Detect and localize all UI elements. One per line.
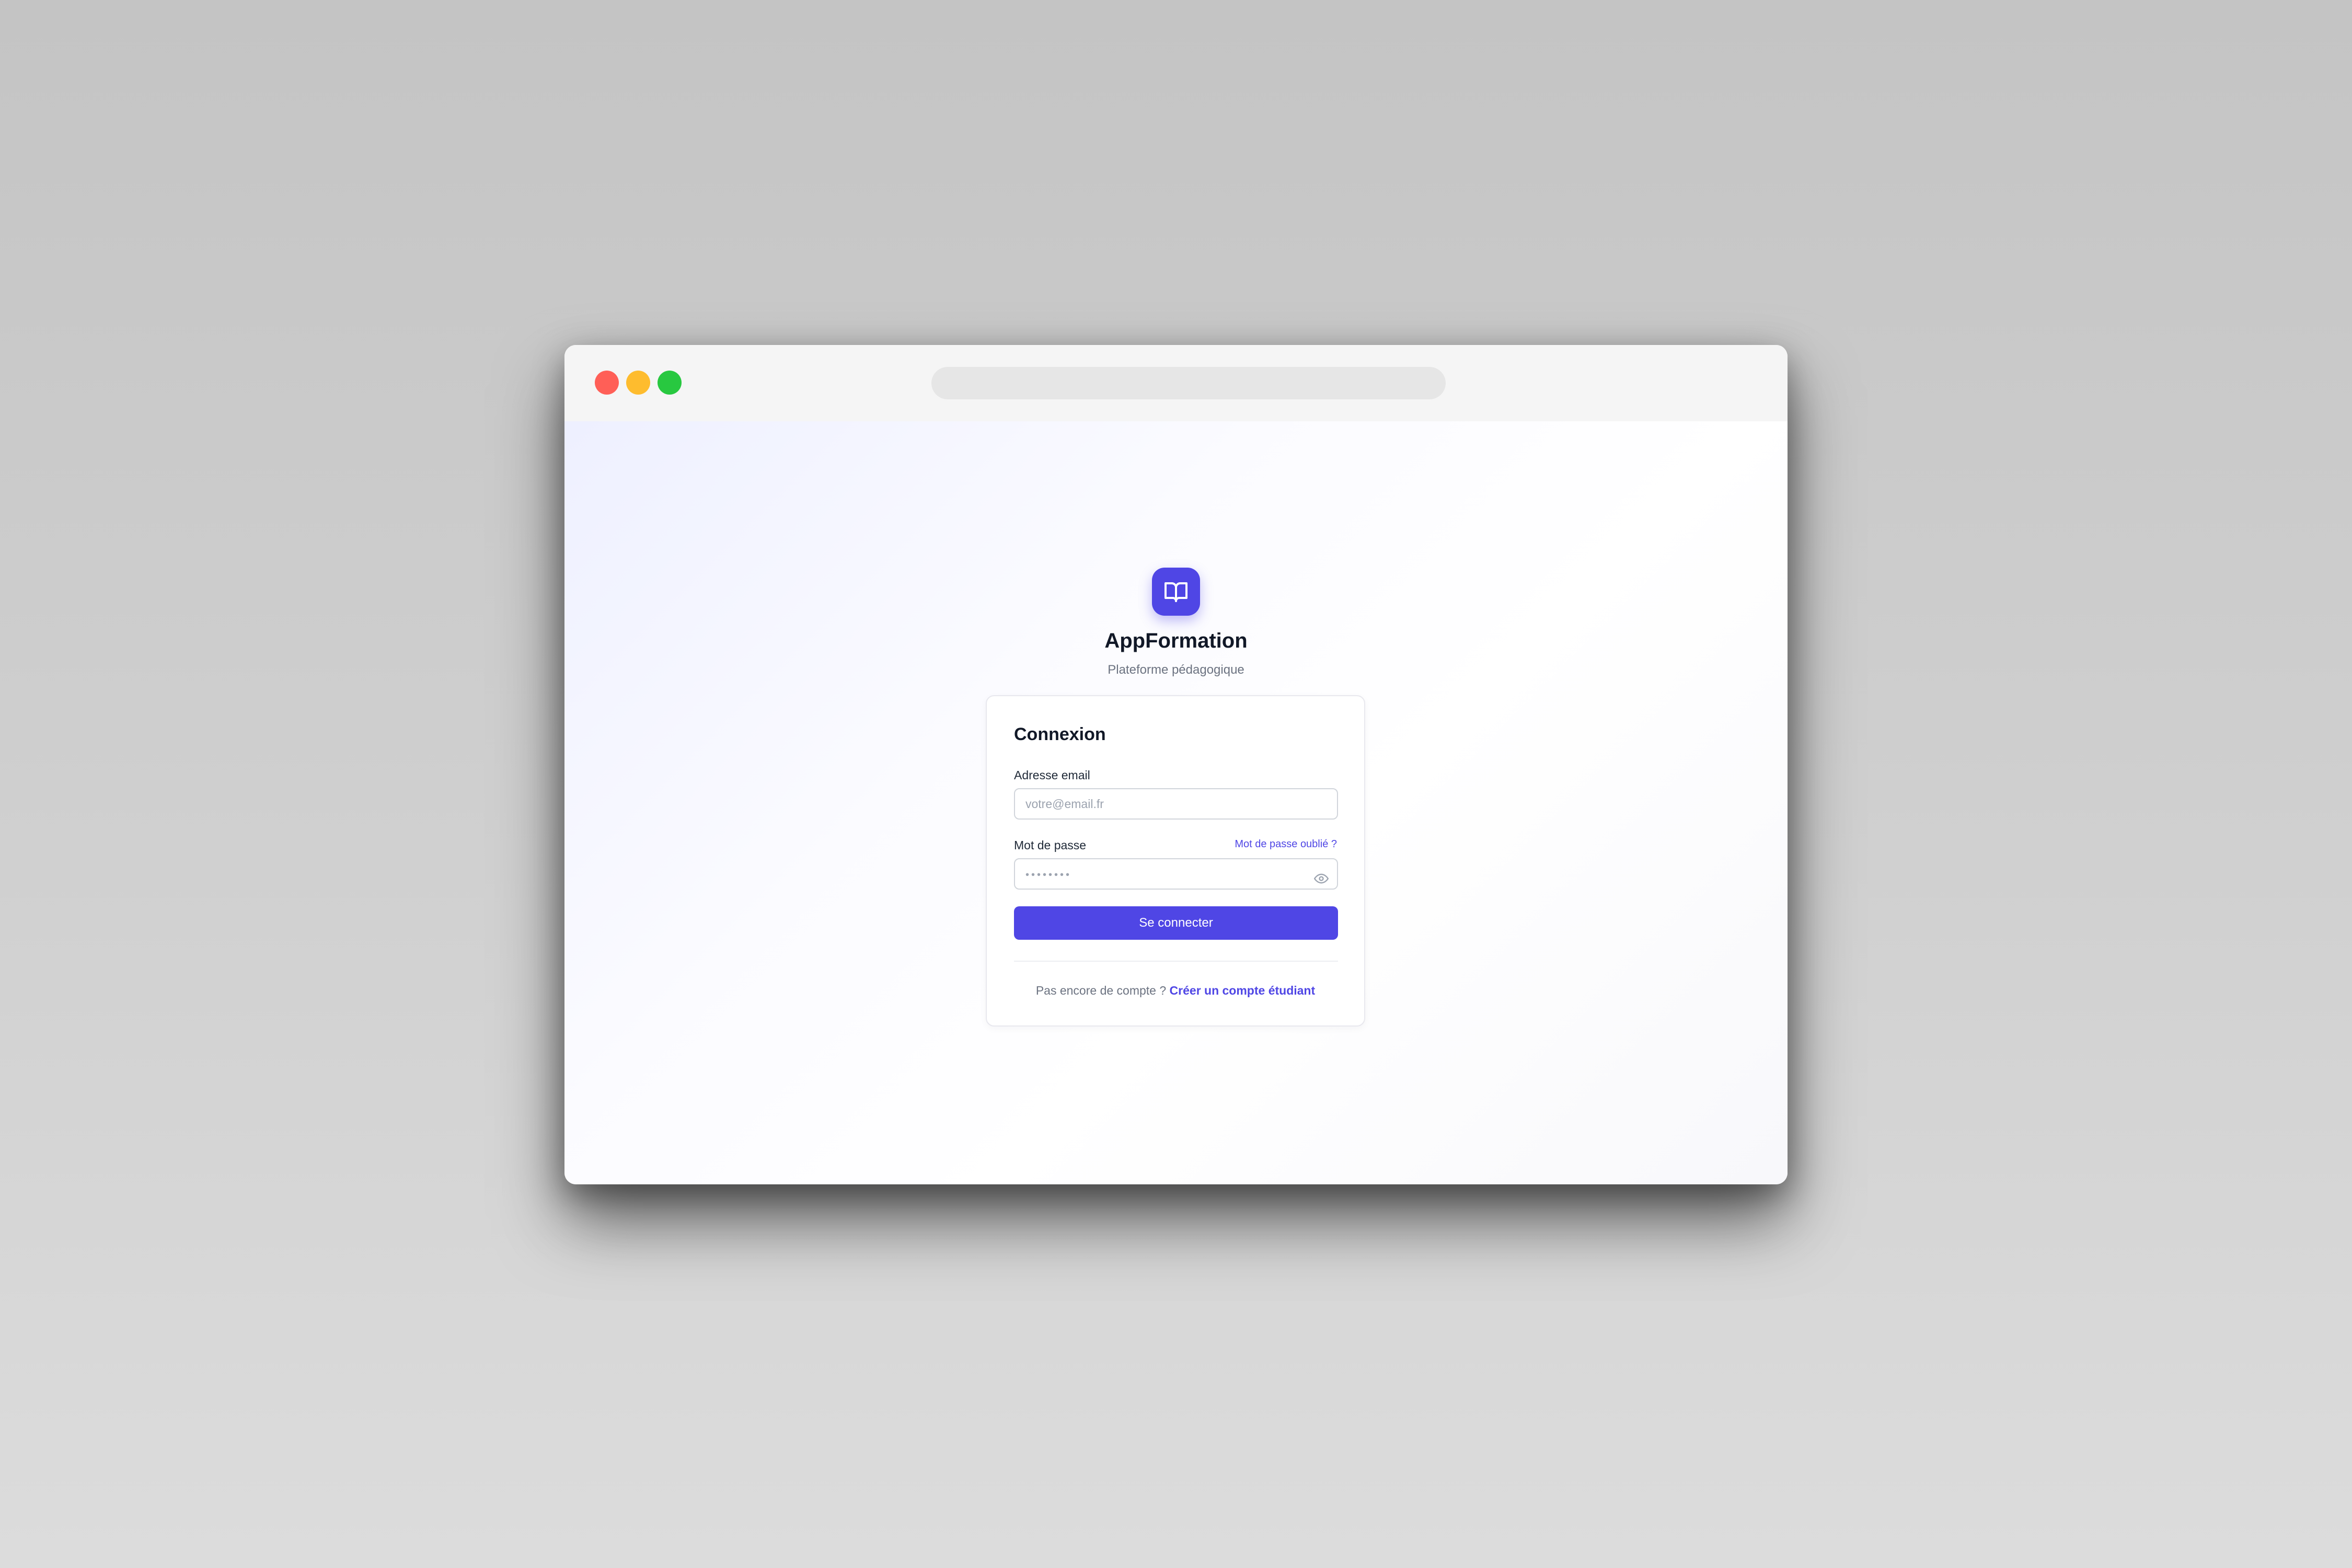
password-field[interactable]: ••••••••: [1014, 858, 1338, 890]
signup-prompt: Pas encore de compte ?: [1035, 984, 1170, 997]
login-button[interactable]: Se connecter: [1014, 906, 1338, 940]
page-content: AppFormation Plateforme pédagogique Conn…: [564, 421, 1788, 1184]
close-window-button[interactable]: [595, 371, 619, 395]
email-field[interactable]: votre@email.fr: [1014, 788, 1338, 820]
signup-row: Pas encore de compte ? Créer un compte é…: [987, 984, 1364, 998]
password-masked-value: ••••••••: [1025, 869, 1072, 881]
create-account-link[interactable]: Créer un compte étudiant: [1170, 984, 1316, 997]
email-label: Adresse email: [1014, 768, 1090, 782]
maximize-window-button[interactable]: [658, 371, 682, 395]
window-titlebar: [564, 345, 1788, 422]
login-title: Connexion: [1014, 724, 1106, 744]
book-open-icon: [1152, 568, 1200, 616]
login-card: Connexion Adresse email votre@email.fr M…: [986, 695, 1365, 1027]
browser-window: AppFormation Plateforme pédagogique Conn…: [564, 345, 1788, 1184]
password-label: Mot de passe: [1014, 838, 1087, 852]
app-name: AppFormation: [1104, 629, 1248, 652]
minimize-window-button[interactable]: [626, 371, 650, 395]
app-tagline: Plateforme pédagogique: [1108, 663, 1244, 677]
divider: [1014, 961, 1338, 962]
eye-icon[interactable]: [1314, 867, 1329, 884]
forgot-password-link[interactable]: Mot de passe oublié ?: [1235, 838, 1337, 850]
address-bar[interactable]: [931, 367, 1446, 399]
